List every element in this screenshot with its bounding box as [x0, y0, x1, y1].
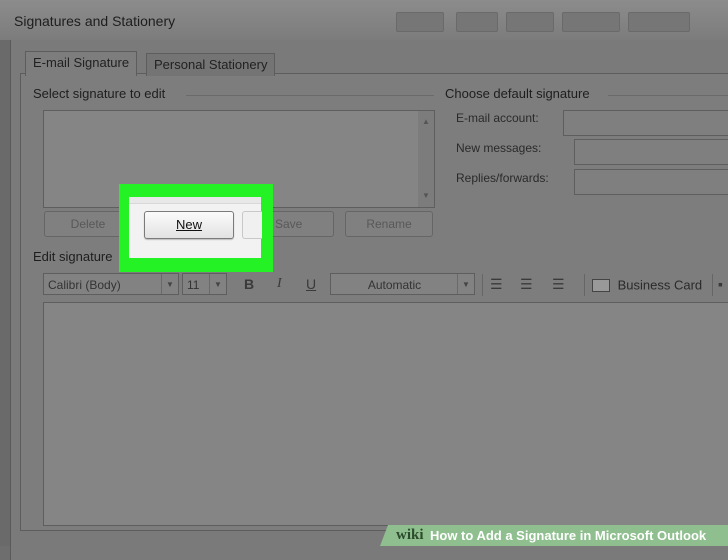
- signature-list-scrollbar[interactable]: ▲ ▼: [418, 111, 434, 207]
- highlight-zoom-area: New: [129, 197, 262, 258]
- tab-email-signature[interactable]: E-mail Signature: [25, 51, 138, 76]
- bold-button[interactable]: B: [244, 276, 254, 292]
- signature-editor[interactable]: [43, 302, 728, 526]
- email-account-label: E-mail account:: [456, 111, 539, 125]
- chevron-down-icon: ▼: [161, 274, 178, 294]
- section-divider: [186, 95, 434, 96]
- business-card-button[interactable]: Business Card: [592, 275, 702, 297]
- chevron-down-icon: ▼: [209, 274, 226, 294]
- save-button-edge: [242, 211, 262, 239]
- align-right-icon[interactable]: ☰: [552, 276, 565, 293]
- new-messages-label: New messages:: [456, 141, 542, 155]
- dialog-title: Signatures and Stationery: [14, 13, 176, 29]
- toolbar-separator: [482, 274, 483, 296]
- align-left-icon[interactable]: ☰: [490, 276, 503, 293]
- replies-forwards-label: Replies/forwards:: [456, 171, 549, 185]
- toolbar-separator: [584, 274, 585, 296]
- default-signature-label: Choose default signature: [445, 86, 590, 101]
- scroll-down-icon[interactable]: ▼: [422, 191, 430, 200]
- edit-signature-label: Edit signature: [33, 249, 113, 264]
- align-center-icon[interactable]: ☰: [520, 276, 533, 293]
- new-messages-select[interactable]: [574, 139, 728, 165]
- wiki-logo: wiki: [396, 527, 424, 543]
- email-account-select[interactable]: [563, 110, 728, 136]
- underline-button[interactable]: U: [306, 276, 316, 292]
- font-size-select[interactable]: 11 ▼: [182, 273, 227, 295]
- dialog-titlebar: Signatures and Stationery: [0, 0, 728, 40]
- new-button[interactable]: New: [144, 211, 234, 239]
- rename-button[interactable]: Rename: [345, 211, 433, 237]
- select-signature-label: Select signature to edit: [33, 86, 166, 101]
- section-divider: [608, 95, 728, 96]
- italic-button[interactable]: I: [277, 276, 282, 292]
- toolbar-separator: [712, 274, 713, 296]
- banner-title: How to Add a Signature in Microsoft Outl…: [430, 528, 707, 543]
- business-card-icon: [592, 279, 610, 293]
- font-name-select[interactable]: Calibri (Body) ▼: [43, 273, 179, 295]
- tab-personal-stationery[interactable]: Personal Stationery: [146, 53, 276, 76]
- wikihow-banner: wiki How to Add a Signature in Microsoft…: [380, 525, 728, 546]
- font-color-select[interactable]: Automatic ▼: [330, 273, 475, 295]
- save-button[interactable]: Save: [273, 211, 334, 237]
- insert-picture-icon[interactable]: ▪: [718, 276, 723, 292]
- scroll-up-icon[interactable]: ▲: [422, 117, 430, 126]
- window-edge: [0, 40, 10, 546]
- new-button-highlight: New: [119, 184, 273, 272]
- replies-forwards-select[interactable]: [574, 169, 728, 195]
- chevron-down-icon: ▼: [457, 274, 474, 294]
